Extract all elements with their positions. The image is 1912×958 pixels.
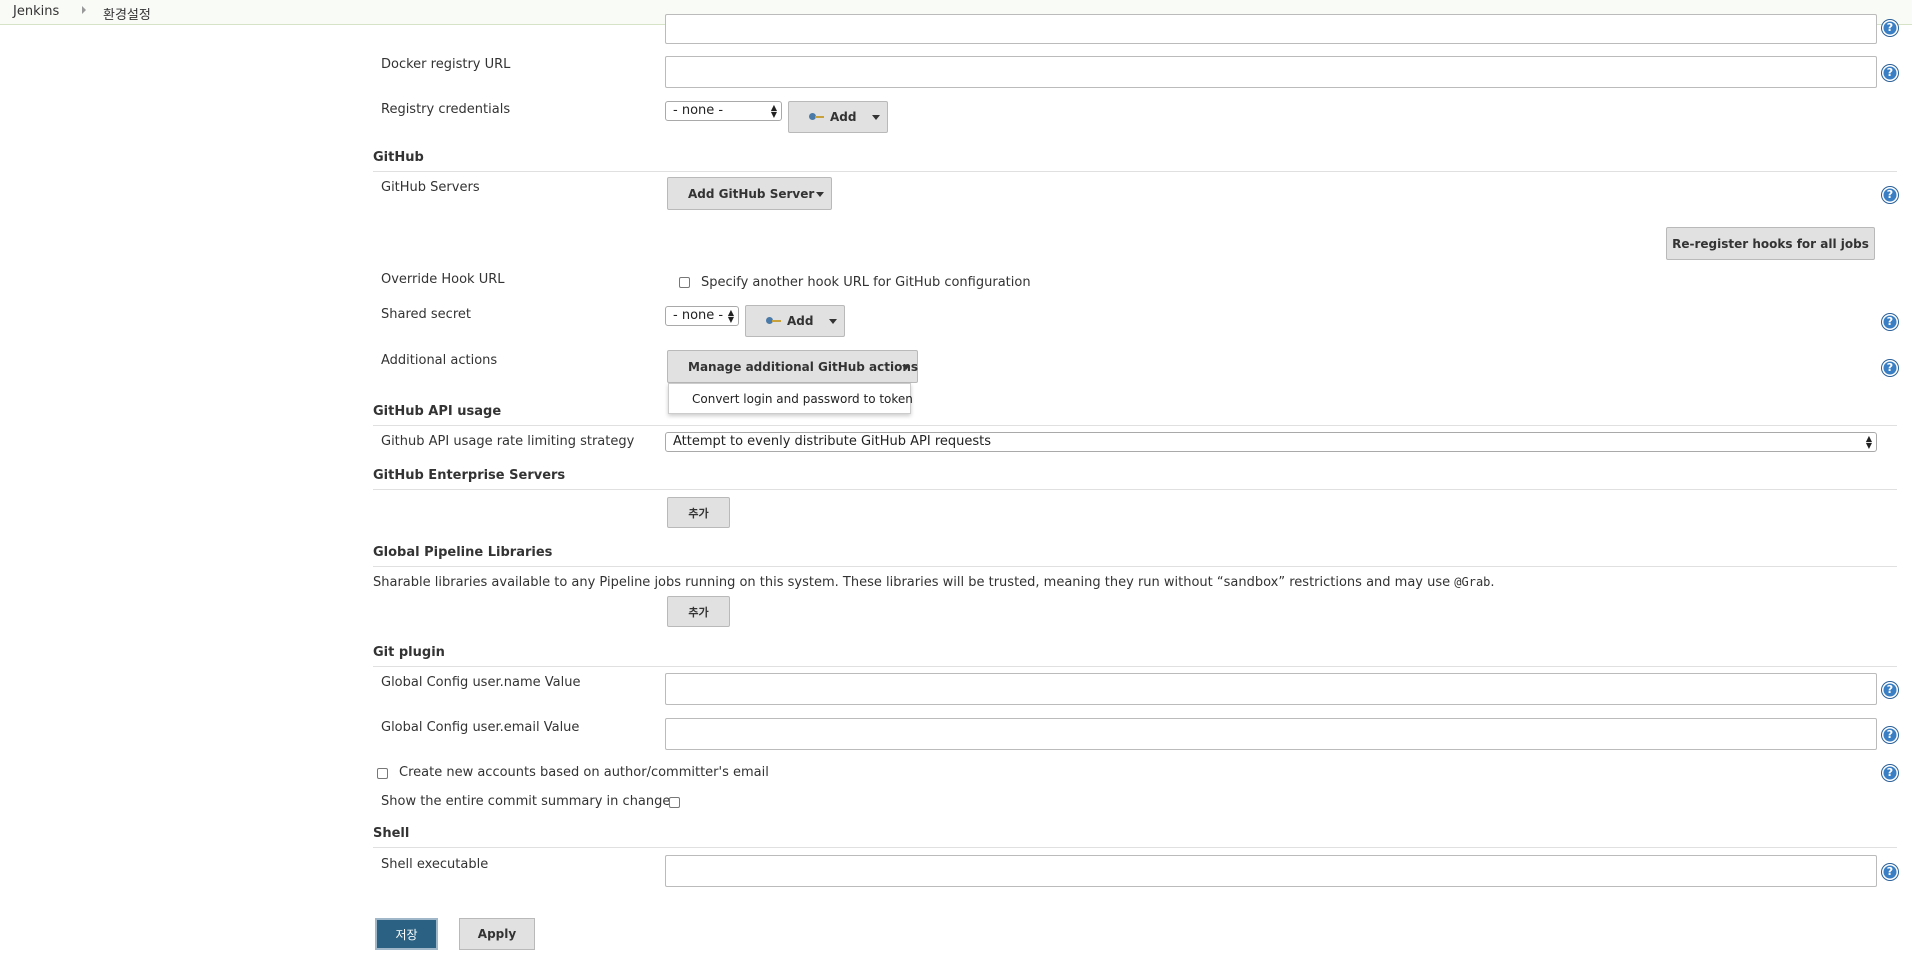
registry-credentials-add-button[interactable]: Add xyxy=(788,101,888,133)
section-divider xyxy=(373,847,1897,848)
section-title-git-plugin: Git plugin xyxy=(373,645,445,660)
add-github-server-button[interactable]: Add GitHub Server xyxy=(667,177,832,210)
section-title-github-enterprise-servers: GitHub Enterprise Servers xyxy=(373,468,566,483)
docker-registry-url-help-icon[interactable]: ? xyxy=(1882,65,1898,81)
breadcrumb-item-settings[interactable]: 환경설정 xyxy=(103,4,151,23)
key-icon xyxy=(766,316,782,326)
show-commit-summary-label: Show the entire commit summary in change… xyxy=(381,794,678,809)
select-arrows-icon: ▲ ▼ xyxy=(770,103,777,119)
section-title-github-api-usage: GitHub API usage xyxy=(373,404,502,419)
shared-secret-help-icon[interactable]: ? xyxy=(1882,314,1898,330)
chevron-down-icon xyxy=(829,319,837,324)
registry-credentials-label: Registry credentials xyxy=(381,102,511,117)
chevron-down-icon xyxy=(902,364,910,370)
breadcrumb-item-jenkins[interactable]: Jenkins xyxy=(13,4,59,19)
section-divider xyxy=(373,666,1897,667)
registry-credentials-selected: - none - xyxy=(673,103,724,118)
rate-limiting-strategy-select[interactable]: Attempt to evenly distribute GitHub API … xyxy=(665,432,1877,452)
breadcrumb-separator-icon xyxy=(82,6,86,14)
shell-executable-help-icon[interactable]: ? xyxy=(1882,864,1898,880)
save-button[interactable]: 저장 xyxy=(375,918,438,950)
registry-credentials-select[interactable]: - none - ▲ ▼ xyxy=(665,101,782,121)
key-icon xyxy=(809,112,825,122)
shared-secret-add-button[interactable]: Add xyxy=(745,305,845,337)
add-github-server-label: Add GitHub Server xyxy=(688,186,815,201)
docker-registry-url-input[interactable] xyxy=(665,56,1877,88)
additional-actions-help-icon[interactable]: ? xyxy=(1882,360,1898,376)
override-hook-url-checkbox[interactable] xyxy=(679,277,690,288)
chevron-down-icon xyxy=(816,191,824,197)
add-enterprise-server-button[interactable]: 추가 xyxy=(667,497,730,528)
help-icon[interactable]: ? xyxy=(1882,20,1898,36)
pipeline-libraries-description: Sharable libraries available to any Pipe… xyxy=(373,575,1495,590)
override-hook-url-label: Override Hook URL xyxy=(381,272,505,287)
git-email-input[interactable] xyxy=(665,718,1877,750)
section-title-shell: Shell xyxy=(373,826,410,841)
chevron-down-icon xyxy=(872,115,880,120)
section-title-github: GitHub xyxy=(373,150,424,165)
override-hook-url-checkbox-label[interactable]: Specify another hook URL for GitHub conf… xyxy=(701,275,1031,290)
section-divider xyxy=(373,489,1897,490)
shared-secret-select[interactable]: - none - ▲ ▼ xyxy=(665,306,739,326)
manage-github-actions-button[interactable]: Manage additional GitHub actions xyxy=(667,350,918,383)
description-text: Sharable libraries available to any Pipe… xyxy=(373,575,1451,590)
shell-executable-input[interactable] xyxy=(665,855,1877,887)
git-email-help-icon[interactable]: ? xyxy=(1882,727,1898,743)
shared-secret-selected: - none - xyxy=(673,308,724,323)
previous-field-input[interactable] xyxy=(665,14,1877,44)
git-email-label: Global Config user.email Value xyxy=(381,720,580,735)
create-accounts-checkbox[interactable] xyxy=(377,768,388,779)
additional-actions-label: Additional actions xyxy=(381,353,498,368)
section-divider xyxy=(373,566,1897,567)
apply-button[interactable]: Apply xyxy=(459,918,535,950)
manage-github-actions-label: Manage additional GitHub actions xyxy=(688,359,919,374)
git-username-input[interactable] xyxy=(665,673,1877,705)
menu-item-convert-login-to-token[interactable]: Convert login and password to token xyxy=(692,392,913,406)
description-code: @Grab xyxy=(1454,575,1491,589)
reregister-hooks-button[interactable]: Re-register hooks for all jobs xyxy=(1666,227,1875,260)
docker-registry-url-label: Docker registry URL xyxy=(381,57,511,72)
add-button-label: Add xyxy=(787,314,814,328)
git-username-help-icon[interactable]: ? xyxy=(1882,682,1898,698)
section-divider xyxy=(373,171,1897,172)
shared-secret-label: Shared secret xyxy=(381,307,471,322)
section-divider xyxy=(373,425,1897,426)
create-accounts-label[interactable]: Create new accounts based on author/comm… xyxy=(399,765,769,780)
rate-limiting-strategy-selected: Attempt to evenly distribute GitHub API … xyxy=(673,434,992,449)
show-commit-summary-checkbox[interactable] xyxy=(669,797,680,808)
rate-limiting-strategy-label: Github API usage rate limiting strategy xyxy=(381,434,635,449)
select-arrows-icon: ▲ ▼ xyxy=(727,308,734,324)
section-title-global-pipeline-libraries: Global Pipeline Libraries xyxy=(373,545,553,560)
github-actions-dropdown-menu: Convert login and password to token xyxy=(668,383,913,414)
add-button-label: Add xyxy=(830,110,857,124)
git-username-label: Global Config user.name Value xyxy=(381,675,581,690)
github-servers-help-icon[interactable]: ? xyxy=(1882,187,1898,203)
shell-executable-label: Shell executable xyxy=(381,857,489,872)
select-arrows-icon: ▲ ▼ xyxy=(1865,434,1872,450)
description-end: . xyxy=(1490,575,1495,590)
github-servers-label: GitHub Servers xyxy=(381,180,480,195)
add-pipeline-library-button[interactable]: 추가 xyxy=(667,596,730,627)
create-accounts-help-icon[interactable]: ? xyxy=(1882,765,1898,781)
